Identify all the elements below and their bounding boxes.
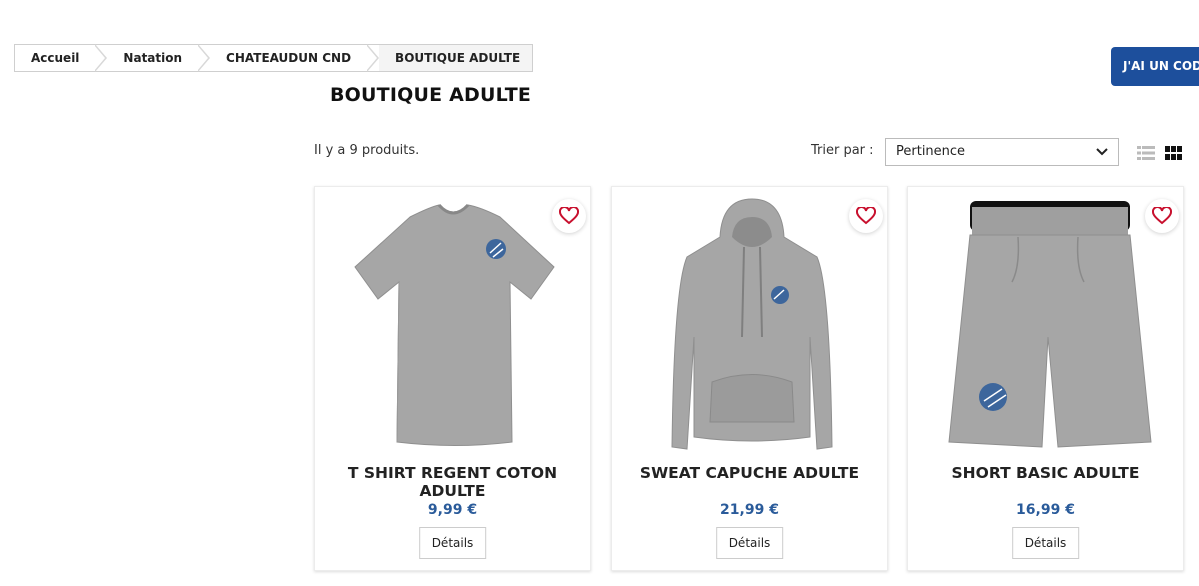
details-button[interactable]: Détails [715,527,784,559]
heart-icon[interactable] [552,199,586,233]
breadcrumb-item-accueil[interactable]: Accueil [15,45,95,71]
heart-icon[interactable] [1145,199,1179,233]
product-name[interactable]: SHORT BASIC ADULTE [908,464,1183,482]
product-card: SWEAT CAPUCHE ADULTE 21,99 € Détails [611,186,888,571]
product-card: T SHIRT REGENT COTON ADULTE 9,99 € Détai… [314,186,591,571]
promo-code-button[interactable]: J'AI UN CODE [1111,47,1199,86]
product-name[interactable]: T SHIRT REGENT COTON ADULTE [315,464,590,500]
product-image-shorts[interactable] [908,187,1183,457]
breadcrumb-item-club[interactable]: CHATEAUDUN CND [210,45,367,71]
product-image-hoodie[interactable] [612,187,887,457]
breadcrumb: Accueil Natation CHATEAUDUN CND BOUTIQUE… [14,44,534,72]
sort-select[interactable]: Pertinence [885,138,1119,166]
grid-view-icon[interactable] [1165,145,1182,164]
chevron-down-icon [1096,139,1108,165]
sort-label: Trier par : [811,143,874,158]
details-button[interactable]: Détails [418,527,487,559]
product-price: 21,99 € [720,502,779,518]
breadcrumb-separator [197,44,211,72]
breadcrumb-separator [94,44,108,72]
sort-select-value: Pertinence [896,144,966,159]
heart-icon[interactable] [849,199,883,233]
breadcrumb-item-natation[interactable]: Natation [107,45,198,71]
product-price: 16,99 € [1016,502,1075,518]
product-image-tshirt[interactable] [315,187,590,457]
breadcrumb-separator [366,44,380,72]
breadcrumb-item-current: BOUTIQUE ADULTE [379,45,533,71]
product-card: SHORT BASIC ADULTE 16,99 € Détails [907,186,1184,571]
page-title: BOUTIQUE ADULTE [330,84,532,106]
list-view-icon[interactable] [1137,145,1155,164]
product-name[interactable]: SWEAT CAPUCHE ADULTE [612,464,887,482]
product-price: 9,99 € [427,502,478,518]
details-button[interactable]: Détails [1011,527,1080,559]
product-count: Il y a 9 produits. [314,143,420,158]
